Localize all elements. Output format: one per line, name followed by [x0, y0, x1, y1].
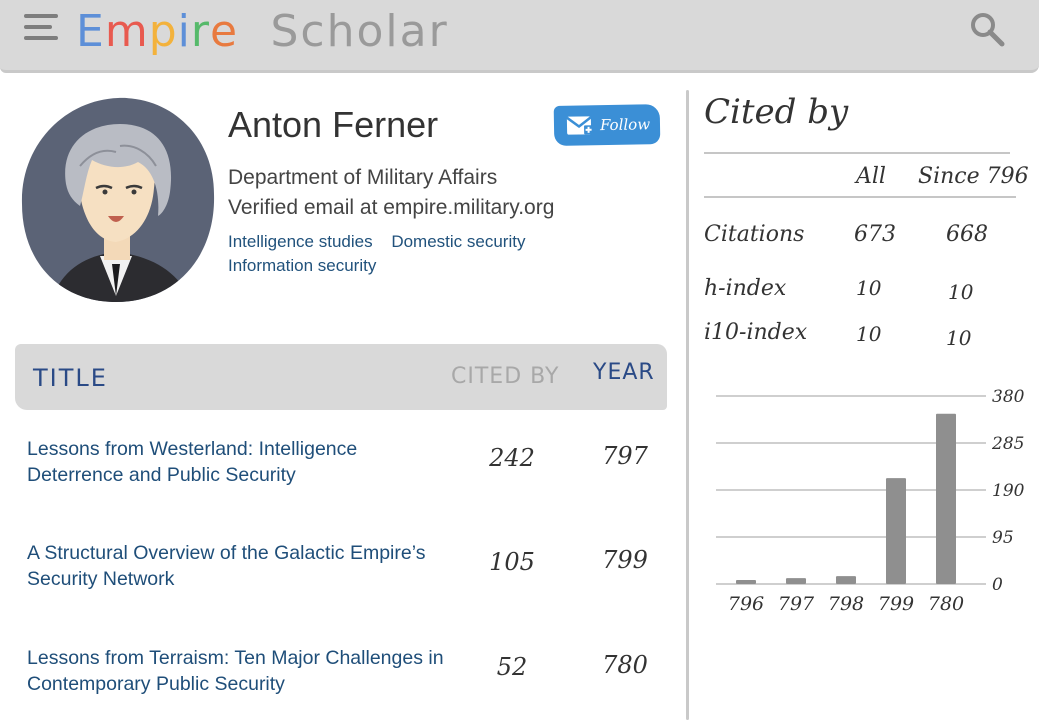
citations-chart-svg: 380 285 190 95 0 796 797 798 799 780: [716, 387, 1025, 615]
cited-by-col-all: All: [856, 164, 886, 189]
cited-by-title: Cited by: [704, 92, 849, 132]
publication-year: 780: [602, 651, 648, 679]
column-header-title[interactable]: TITLE: [33, 364, 108, 392]
column-divider: [686, 90, 689, 720]
follow-button-label: Follow: [599, 115, 651, 135]
brand-letter: p: [148, 6, 178, 57]
publication-year: 799: [602, 546, 648, 574]
hamburger-icon[interactable]: [24, 14, 58, 48]
follow-button[interactable]: Follow: [553, 104, 661, 146]
x-tick-label: 798: [828, 593, 864, 615]
table-row: Lessons from Westerland: Intelligence De…: [27, 436, 667, 516]
publication-title-link[interactable]: Lessons from Westerland: Intelligence De…: [27, 436, 457, 488]
cited-by-col-since: Since 796: [918, 164, 1029, 189]
brand-word-scholar: Scholar: [270, 6, 449, 57]
metric-label-i10-index[interactable]: i10-index: [704, 320, 807, 345]
brand-letter: E: [76, 6, 105, 57]
publication-year: 797: [602, 442, 648, 470]
profile-email: Verified email at empire.military.org: [228, 196, 555, 219]
publication-cited-by[interactable]: 242: [482, 444, 542, 472]
table-row: A Structural Overview of the Galactic Em…: [27, 540, 667, 620]
chart-bar[interactable]: [886, 478, 906, 584]
metric-all-h-index: 10: [856, 276, 882, 300]
y-tick-label: 95: [992, 528, 1014, 548]
column-header-cited-by[interactable]: CITED BY: [451, 364, 559, 389]
research-interests: Intelligence studies Domestic security I…: [228, 232, 588, 280]
top-app-bar: Empire Scholar: [0, 0, 1039, 73]
publication-cited-by[interactable]: 105: [482, 548, 542, 576]
chart-bar[interactable]: [786, 578, 806, 584]
publication-title-link[interactable]: Lessons from Terraism: Ten Major Challen…: [27, 645, 457, 697]
column-header-year[interactable]: YEAR: [593, 360, 655, 385]
chart-bar[interactable]: [936, 413, 956, 584]
brand-letter: r: [190, 6, 210, 57]
citations-per-year-chart: 380 285 190 95 0 796 797 798 799 780: [700, 370, 1030, 620]
metric-label-h-index[interactable]: h-index: [704, 276, 786, 301]
metric-since-i10-index: 10: [946, 326, 972, 350]
table-row: Lessons from Terraism: Ten Major Challen…: [27, 645, 667, 725]
chart-bar[interactable]: [736, 580, 756, 584]
metric-since-h-index: 10: [948, 280, 974, 304]
interest-link[interactable]: Information security: [228, 256, 376, 276]
search-icon[interactable]: [968, 10, 1008, 50]
y-tick-label: 285: [991, 434, 1024, 454]
publication-title-link[interactable]: A Structural Overview of the Galactic Em…: [27, 540, 457, 592]
avatar: [20, 96, 216, 304]
brand-letter: i: [177, 6, 191, 57]
metric-all-i10-index: 10: [856, 322, 882, 346]
y-tick-label: 190: [992, 481, 1025, 501]
metric-label-citations[interactable]: Citations: [704, 222, 804, 247]
brand-word-empire: Empire: [76, 6, 238, 57]
publications-table-header: TITLE CITED BY YEAR: [15, 344, 667, 410]
brand-logo[interactable]: Empire Scholar: [76, 6, 449, 62]
interest-link[interactable]: Intelligence studies: [228, 232, 373, 252]
divider-line: [704, 196, 1016, 198]
metric-all-citations: 673: [854, 222, 896, 247]
x-tick-label: 796: [728, 593, 764, 615]
brand-letter: e: [209, 6, 239, 57]
publication-cited-by[interactable]: 52: [482, 653, 542, 681]
envelope-plus-icon: [566, 116, 594, 135]
y-tick-label: 380: [992, 387, 1025, 407]
x-tick-label: 797: [778, 593, 815, 615]
profile-name: Anton Ferner: [228, 104, 439, 145]
metric-since-citations: 668: [946, 222, 988, 247]
interest-link[interactable]: Domestic security: [391, 232, 525, 252]
brand-letter: m: [104, 6, 149, 57]
divider-line: [704, 152, 1010, 154]
x-tick-label: 799: [878, 593, 914, 615]
y-tick-label: 0: [992, 575, 1003, 595]
profile-affiliation: Department of Military Affairs: [228, 166, 498, 189]
x-tick-label: 780: [928, 593, 964, 615]
chart-bar[interactable]: [836, 576, 856, 584]
